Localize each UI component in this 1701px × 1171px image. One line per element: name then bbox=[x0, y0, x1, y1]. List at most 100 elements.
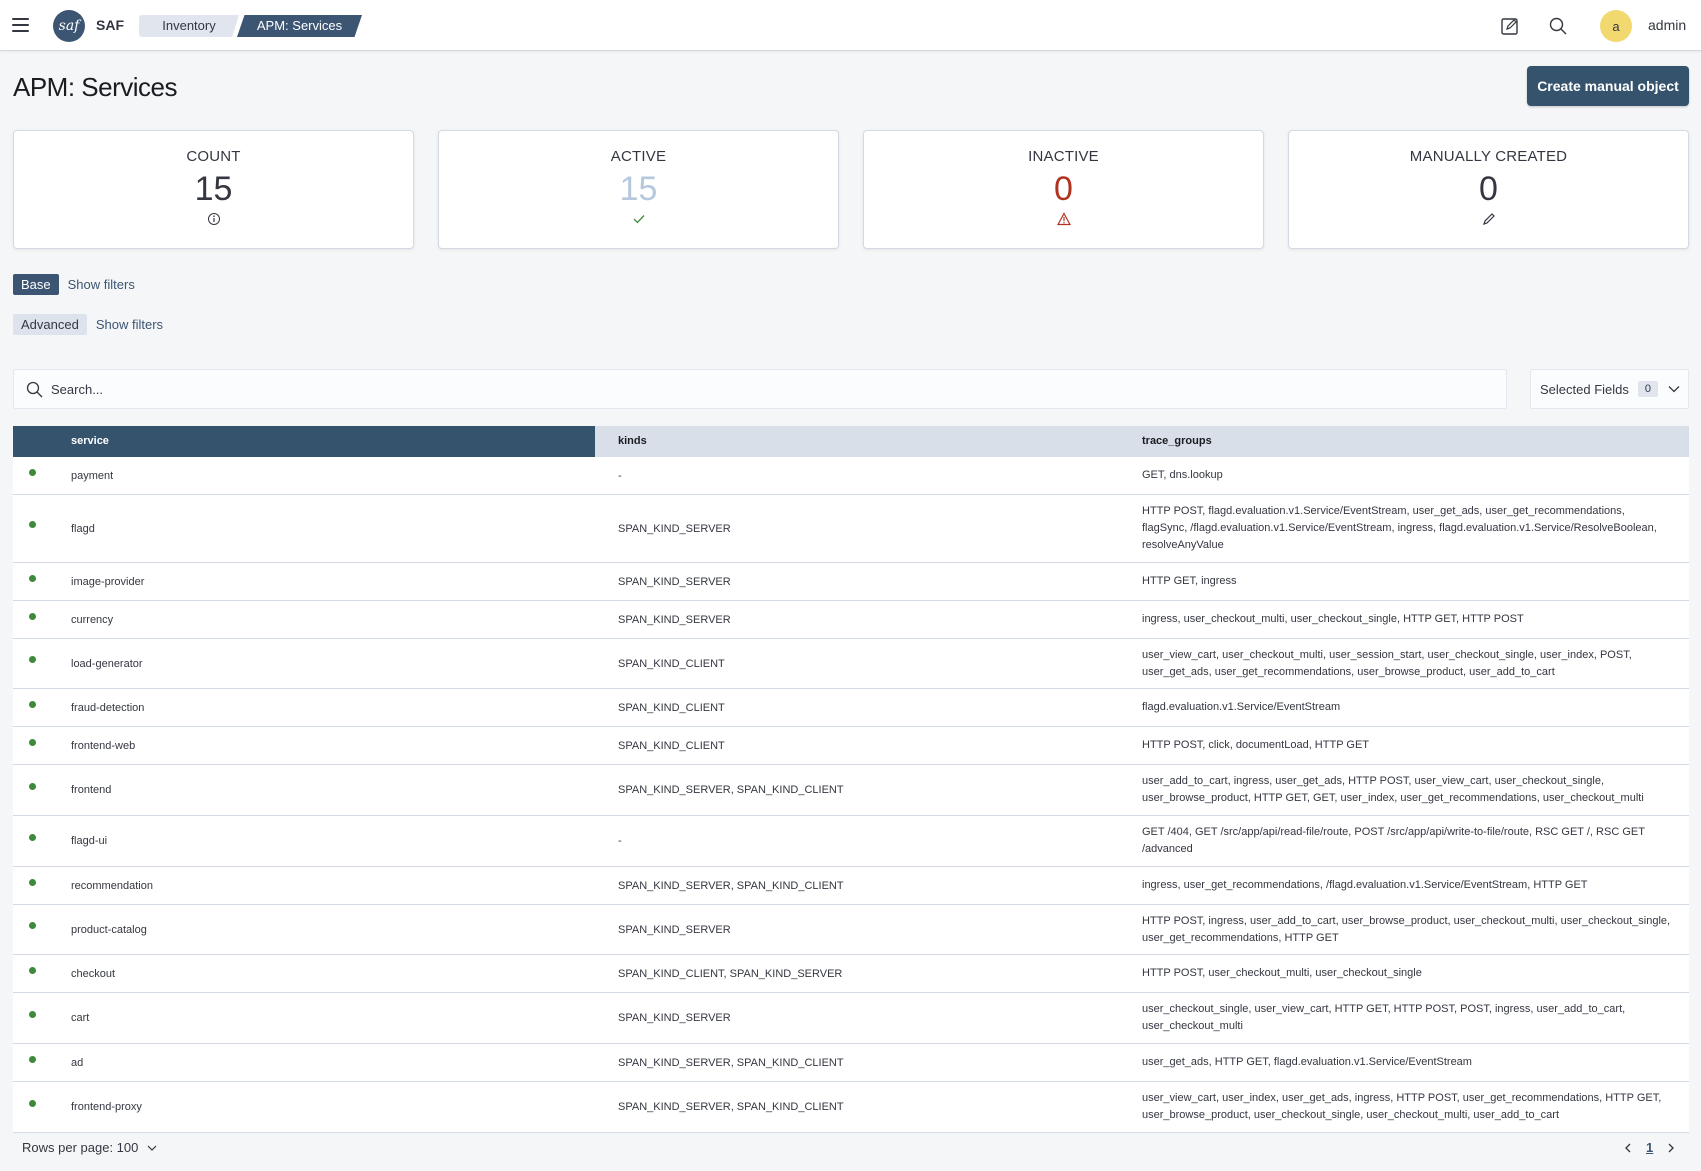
previous-page-icon[interactable] bbox=[1622, 1142, 1634, 1154]
base-filter-row: Base Show filters bbox=[13, 273, 135, 295]
kinds-cell: - bbox=[618, 469, 622, 482]
status-cell bbox=[13, 601, 57, 638]
trace-groups-cell: user_view_cart, user_checkout_multi, use… bbox=[1142, 648, 1632, 678]
status-dot-icon bbox=[29, 834, 36, 841]
chevron-down-icon bbox=[146, 1142, 158, 1154]
stat-value: 15 bbox=[194, 170, 233, 208]
table-row[interactable]: payment - GET, dns.lookup bbox=[13, 457, 1689, 495]
warning-icon bbox=[864, 212, 1263, 228]
show-base-filters-link[interactable]: Show filters bbox=[68, 277, 135, 292]
kinds-cell: SPAN_KIND_SERVER, SPAN_KIND_CLIENT bbox=[618, 1101, 844, 1113]
selected-fields-label: Selected Fields bbox=[1540, 381, 1629, 397]
service-cell: product-catalog bbox=[71, 923, 147, 936]
status-column-header bbox=[13, 426, 57, 457]
services-table: service kinds trace_groups payment - GET, … bbox=[13, 426, 1689, 1133]
trace-groups-cell: flagd.evaluation.v1.Service/EventStream bbox=[1142, 701, 1341, 713]
status-cell bbox=[13, 457, 57, 494]
column-header-service[interactable]: service bbox=[57, 426, 595, 457]
search-input[interactable] bbox=[51, 381, 1451, 397]
status-cell bbox=[13, 955, 57, 992]
table-row[interactable]: currency SPAN_KIND_SERVER ingress, user_ch… bbox=[13, 601, 1689, 639]
status-dot-icon bbox=[29, 469, 36, 476]
trace-groups-cell: HTTP POST, click, documentLoad, HTTP GET bbox=[1142, 739, 1369, 751]
service-cell: recommendation bbox=[71, 879, 153, 892]
trace-groups-cell: HTTP POST, flagd.evaluation.v1.Service/E… bbox=[1142, 505, 1657, 551]
stat-value: 0 bbox=[1479, 170, 1498, 208]
create-manual-object-button[interactable]: Create manual object bbox=[1527, 66, 1689, 106]
status-dot-icon bbox=[29, 967, 36, 974]
status-cell bbox=[13, 905, 57, 954]
table-row[interactable]: load-generator SPAN_KIND_CLIENT user_view_… bbox=[13, 639, 1689, 689]
saf-logo[interactable]: saf bbox=[53, 10, 85, 42]
kinds-cell: SPAN_KIND_CLIENT bbox=[618, 701, 725, 714]
trace-groups-cell: user_get_ads, HTTP GET, flagd.evaluation… bbox=[1142, 1056, 1472, 1068]
table-row[interactable]: recommendation SPAN_KIND_SERVER, SPAN_KIN… bbox=[13, 867, 1689, 905]
table-row[interactable]: ad SPAN_KIND_SERVER, SPAN_KIND_CLIENT user… bbox=[13, 1044, 1689, 1082]
service-cell: image-provider bbox=[71, 575, 145, 588]
column-header-trace-groups[interactable]: trace_groups bbox=[1142, 426, 1689, 457]
table-row[interactable]: flagd-ui - GET /404, GET /src/app/api/read… bbox=[13, 816, 1689, 867]
trace-groups-cell: user_add_to_cart, ingress, user_get_ads,… bbox=[1142, 775, 1644, 804]
menu-icon[interactable] bbox=[12, 18, 29, 32]
stat-label: COUNT bbox=[186, 148, 241, 165]
service-cell: flagd bbox=[71, 522, 95, 535]
table-row[interactable]: frontend-proxy SPAN_KIND_SERVER, SPAN_KIN… bbox=[13, 1082, 1689, 1133]
status-cell bbox=[13, 727, 57, 764]
table-row[interactable]: frontend-web SPAN_KIND_CLIENT HTTP POST, c… bbox=[13, 727, 1689, 765]
kinds-cell: SPAN_KIND_SERVER bbox=[618, 522, 731, 535]
table-row[interactable]: product-catalog SPAN_KIND_SERVER HTTP POST… bbox=[13, 905, 1689, 955]
kinds-cell: SPAN_KIND_SERVER bbox=[618, 575, 731, 588]
status-cell bbox=[13, 816, 57, 866]
status-dot-icon bbox=[29, 575, 36, 582]
service-cell: payment bbox=[71, 469, 114, 482]
pagination: 1 bbox=[1622, 1140, 1677, 1155]
stat-value: 0 bbox=[1054, 170, 1073, 208]
status-dot-icon bbox=[29, 1100, 36, 1107]
page-number[interactable]: 1 bbox=[1646, 1140, 1653, 1155]
status-cell bbox=[13, 993, 57, 1043]
info-icon bbox=[14, 212, 413, 228]
edit-page-icon[interactable] bbox=[1500, 16, 1520, 36]
status-dot-icon bbox=[29, 922, 36, 929]
table-row[interactable]: flagd SPAN_KIND_SERVER HTTP POST, flagd.ev… bbox=[13, 495, 1689, 563]
stat-value: 15 bbox=[619, 170, 658, 208]
stat-card-manually-created: MANUALLY CREATED 0 bbox=[1288, 130, 1689, 249]
next-page-icon[interactable] bbox=[1665, 1142, 1677, 1154]
kinds-cell: SPAN_KIND_CLIENT bbox=[618, 657, 725, 670]
status-dot-icon bbox=[29, 521, 36, 528]
table-row[interactable]: cart SPAN_KIND_SERVER user_checkout_single… bbox=[13, 993, 1689, 1044]
table-row[interactable]: checkout SPAN_KIND_CLIENT, SPAN_KIND_SERV… bbox=[13, 955, 1689, 993]
service-cell: load-generator bbox=[71, 657, 143, 670]
breadcrumb-inventory[interactable]: Inventory bbox=[139, 15, 239, 37]
kinds-cell: SPAN_KIND_SERVER bbox=[618, 613, 731, 626]
table-row[interactable]: fraud-detection SPAN_KIND_CLIENT flagd.eva… bbox=[13, 689, 1689, 727]
stat-label: ACTIVE bbox=[610, 148, 667, 165]
column-header-kinds[interactable]: kinds bbox=[595, 426, 1142, 457]
status-dot-icon bbox=[29, 739, 36, 746]
status-dot-icon bbox=[29, 656, 36, 663]
username[interactable]: admin bbox=[1648, 17, 1686, 33]
trace-groups-cell: HTTP POST, ingress, user_add_to_cart, us… bbox=[1142, 914, 1671, 944]
service-cell: frontend-proxy bbox=[71, 1101, 142, 1113]
show-advanced-filters-link[interactable]: Show filters bbox=[96, 317, 163, 332]
stat-card-count: COUNT 15 bbox=[13, 130, 414, 249]
rows-per-page-label: Rows per page: 100 bbox=[22, 1140, 139, 1155]
user-avatar[interactable]: a bbox=[1600, 10, 1632, 42]
rows-per-page-selector[interactable]: Rows per page: 100 bbox=[22, 1140, 158, 1155]
search-icon[interactable] bbox=[1548, 16, 1568, 36]
trace-groups-cell: ingress, user_checkout_multi, user_check… bbox=[1142, 613, 1524, 625]
table-row[interactable]: image-provider SPAN_KIND_SERVER HTTP GET, … bbox=[13, 563, 1689, 601]
selected-fields-dropdown[interactable]: Selected Fields 0 bbox=[1530, 369, 1689, 409]
trace-groups-cell: user_checkout_single, user_view_cart, HT… bbox=[1142, 1003, 1626, 1032]
table-body: payment - GET, dns.lookup flagd SPAN_KIND_SE… bbox=[13, 457, 1689, 1133]
advanced-filter-row: Advanced Show filters bbox=[13, 313, 163, 335]
kinds-cell: SPAN_KIND_CLIENT, SPAN_KIND_SERVER bbox=[618, 967, 843, 980]
brand-name: SAF bbox=[96, 17, 124, 33]
advanced-tag[interactable]: Advanced bbox=[13, 313, 87, 335]
logo-text: saf bbox=[58, 18, 80, 34]
base-tag[interactable]: Base bbox=[13, 273, 59, 295]
status-cell bbox=[13, 867, 57, 904]
service-cell: cart bbox=[71, 1012, 90, 1024]
table-row[interactable]: frontend SPAN_KIND_SERVER, SPAN_KIND_CLIE… bbox=[13, 765, 1689, 816]
kinds-cell: SPAN_KIND_SERVER, SPAN_KIND_CLIENT bbox=[618, 784, 844, 796]
